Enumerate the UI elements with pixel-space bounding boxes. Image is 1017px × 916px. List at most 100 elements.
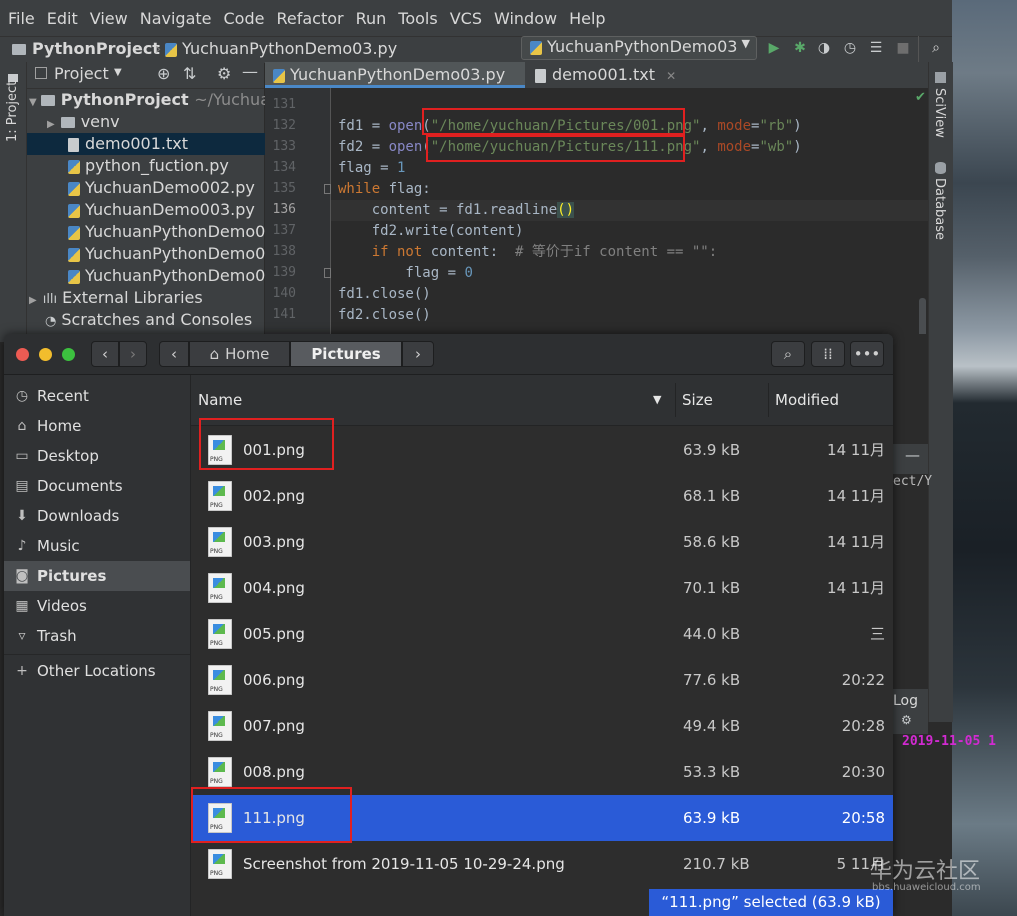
chevron-right-icon: › [130, 345, 136, 363]
column-header-size[interactable]: Size [682, 375, 713, 425]
tree-item-external-libraries[interactable]: ▶ ıllı External Libraries [27, 287, 266, 309]
fold-icon[interactable] [324, 184, 331, 194]
forward-button[interactable]: › [119, 341, 147, 367]
menu-window[interactable]: Window [488, 9, 563, 28]
file-row[interactable]: 007.png49.4 kB20:28 [191, 703, 893, 749]
minimize-window-button[interactable] [39, 348, 52, 361]
place-trash[interactable]: ▿ Trash [4, 621, 190, 651]
fold-icon[interactable] [324, 268, 331, 278]
menu-tools[interactable]: Tools [392, 9, 443, 28]
matched-brace: () [557, 202, 575, 218]
database-tool-tab[interactable]: Database [932, 178, 947, 240]
menu-code[interactable]: Code [218, 9, 271, 28]
python-file-icon [530, 40, 542, 55]
collapse-icon[interactable]: ⇅ [183, 64, 196, 83]
python-file-icon [273, 68, 285, 83]
run-configuration-select[interactable]: YuchuanPythonDemo03 ▼ [521, 36, 757, 60]
line-number-current: 136 [272, 202, 296, 217]
maximize-window-button[interactable] [62, 348, 75, 361]
png-file-icon [208, 527, 232, 557]
place-documents[interactable]: ▤ Documents [4, 471, 190, 501]
breadcrumb-file[interactable]: YuchuanPythonDemo03.py [165, 39, 397, 58]
camera-icon: ◙ [15, 568, 29, 584]
place-downloads[interactable]: ⬇ Downloads [4, 501, 190, 531]
place-home[interactable]: ⌂ Home [4, 411, 190, 441]
downloads-icon: ⬇ [16, 508, 28, 524]
place-pictures[interactable]: ◙ Pictures [4, 561, 190, 591]
grid-view-button[interactable]: ⁞⁞ [811, 341, 845, 367]
sort-descending-icon: ▼ [653, 393, 662, 406]
expand-arrow-icon[interactable]: ▼ [29, 97, 37, 108]
png-file-icon [208, 481, 232, 511]
code-line-138: if not content: # 等价于if content == "": [371, 244, 718, 260]
close-icon[interactable]: ✕ [666, 69, 676, 83]
menu-navigate[interactable]: Navigate [134, 9, 218, 28]
selection-status-label: “111.png” selected (63.9 kB) [649, 889, 893, 916]
locate-icon[interactable]: ⊕ [157, 64, 170, 83]
options-menu-button[interactable]: ••• [850, 341, 884, 367]
menu-vcs[interactable]: VCS [444, 9, 488, 28]
desktop-background [952, 0, 1017, 916]
tab-demo001-txt[interactable]: demo001.txt ✕ [527, 62, 693, 88]
png-file-icon [208, 573, 232, 603]
line-number: 134 [272, 160, 296, 175]
gear-icon[interactable]: ⚙ [217, 64, 231, 83]
path-scroll-right-button[interactable]: › [402, 341, 434, 367]
expand-arrow-icon[interactable]: ▶ [29, 295, 37, 306]
place-desktop[interactable]: ▭ Desktop [4, 441, 190, 471]
tree-item-venv[interactable]: ▶ venv [27, 111, 284, 133]
search-button[interactable]: ⌕ [771, 341, 805, 367]
file-row[interactable]: 003.png58.6 kB14 11月 [191, 519, 893, 565]
chevron-down-icon[interactable]: ▼ [114, 67, 122, 78]
concurrency-icon[interactable]: ☰ [866, 38, 886, 58]
path-scroll-left-button[interactable]: ‹ [159, 341, 189, 367]
settings-icon[interactable]: ⚙ [901, 713, 912, 727]
minimize-icon[interactable]: — [905, 446, 920, 464]
panel-icon [35, 67, 47, 79]
profile-icon[interactable]: ◷ [840, 38, 860, 58]
file-row[interactable]: 002.png68.1 kB14 11月 [191, 473, 893, 519]
file-row[interactable]: 005.png44.0 kB三 [191, 611, 893, 657]
tab-yuchuanpythondemo03[interactable]: YuchuanPythonDemo03.py ✕ [265, 62, 525, 109]
place-music[interactable]: ♪ Music [4, 531, 190, 561]
code-editor[interactable]: fd1 = open("/home/yuchuan/Pictures/001.p… [331, 88, 928, 418]
menu-file[interactable]: File [0, 9, 41, 28]
place-other-locations[interactable]: + Other Locations [4, 656, 190, 686]
menu-view[interactable]: View [84, 9, 134, 28]
path-button-pictures[interactable]: Pictures [290, 341, 402, 367]
code-line-134: flag = 1 [338, 160, 406, 176]
close-window-button[interactable] [16, 348, 29, 361]
back-button[interactable]: ‹ [91, 341, 119, 367]
file-row[interactable]: 006.png77.6 kB20:22 [191, 657, 893, 703]
file-row[interactable]: Screenshot from 2019-11-05 10-29-24.png2… [191, 841, 893, 887]
place-recent[interactable]: ◷ Recent [4, 381, 190, 411]
menu-help[interactable]: Help [563, 9, 611, 28]
menu-refactor[interactable]: Refactor [270, 9, 349, 28]
event-log-tab[interactable]: Log [893, 693, 918, 709]
menu-edit[interactable]: Edit [41, 9, 84, 28]
stop-icon[interactable]: ■ [893, 38, 913, 58]
sciview-tool-tab[interactable]: SciView [932, 88, 947, 138]
run-icon[interactable]: ▶ [764, 38, 784, 58]
line-number: 137 [272, 223, 296, 238]
line-number: 141 [272, 307, 296, 322]
expand-arrow-icon[interactable]: ▶ [47, 119, 55, 130]
column-header-modified[interactable]: Modified [775, 375, 839, 425]
project-panel: Project ▼ ⊕ ⇅ ⚙ — ▼ PythonProject ~/Yuchu… [27, 62, 305, 342]
debug-icon[interactable]: ✱ [790, 38, 810, 58]
path-button-home[interactable]: ⌂ Home [189, 341, 290, 367]
minimize-icon[interactable]: — [242, 62, 258, 81]
ide-run-panel-fragment: — ect/Y Log ⚙ [893, 334, 932, 734]
project-tool-tab[interactable]: 1: Project [5, 81, 20, 142]
menu-run[interactable]: Run [350, 9, 393, 28]
tree-item-scratches[interactable]: ◔ Scratches and Consoles [27, 309, 282, 331]
tree-item-project-root[interactable]: ▼ PythonProject ~/Yuchua [27, 89, 266, 111]
line-number: 140 [272, 286, 296, 301]
file-chooser-dialog: ‹ › ‹ ⌂ Home Pictures › ⌕ ⁞⁞ ••• ◷ Recent … [4, 334, 893, 916]
search-everywhere-icon[interactable]: ⌕ [926, 38, 946, 58]
breadcrumb-project[interactable]: PythonProject [12, 39, 160, 58]
place-videos[interactable]: ▦ Videos [4, 591, 190, 621]
project-view-select[interactable]: Project [54, 64, 109, 83]
coverage-icon[interactable]: ◑ [814, 38, 834, 58]
file-row[interactable]: 004.png70.1 kB14 11月 [191, 565, 893, 611]
